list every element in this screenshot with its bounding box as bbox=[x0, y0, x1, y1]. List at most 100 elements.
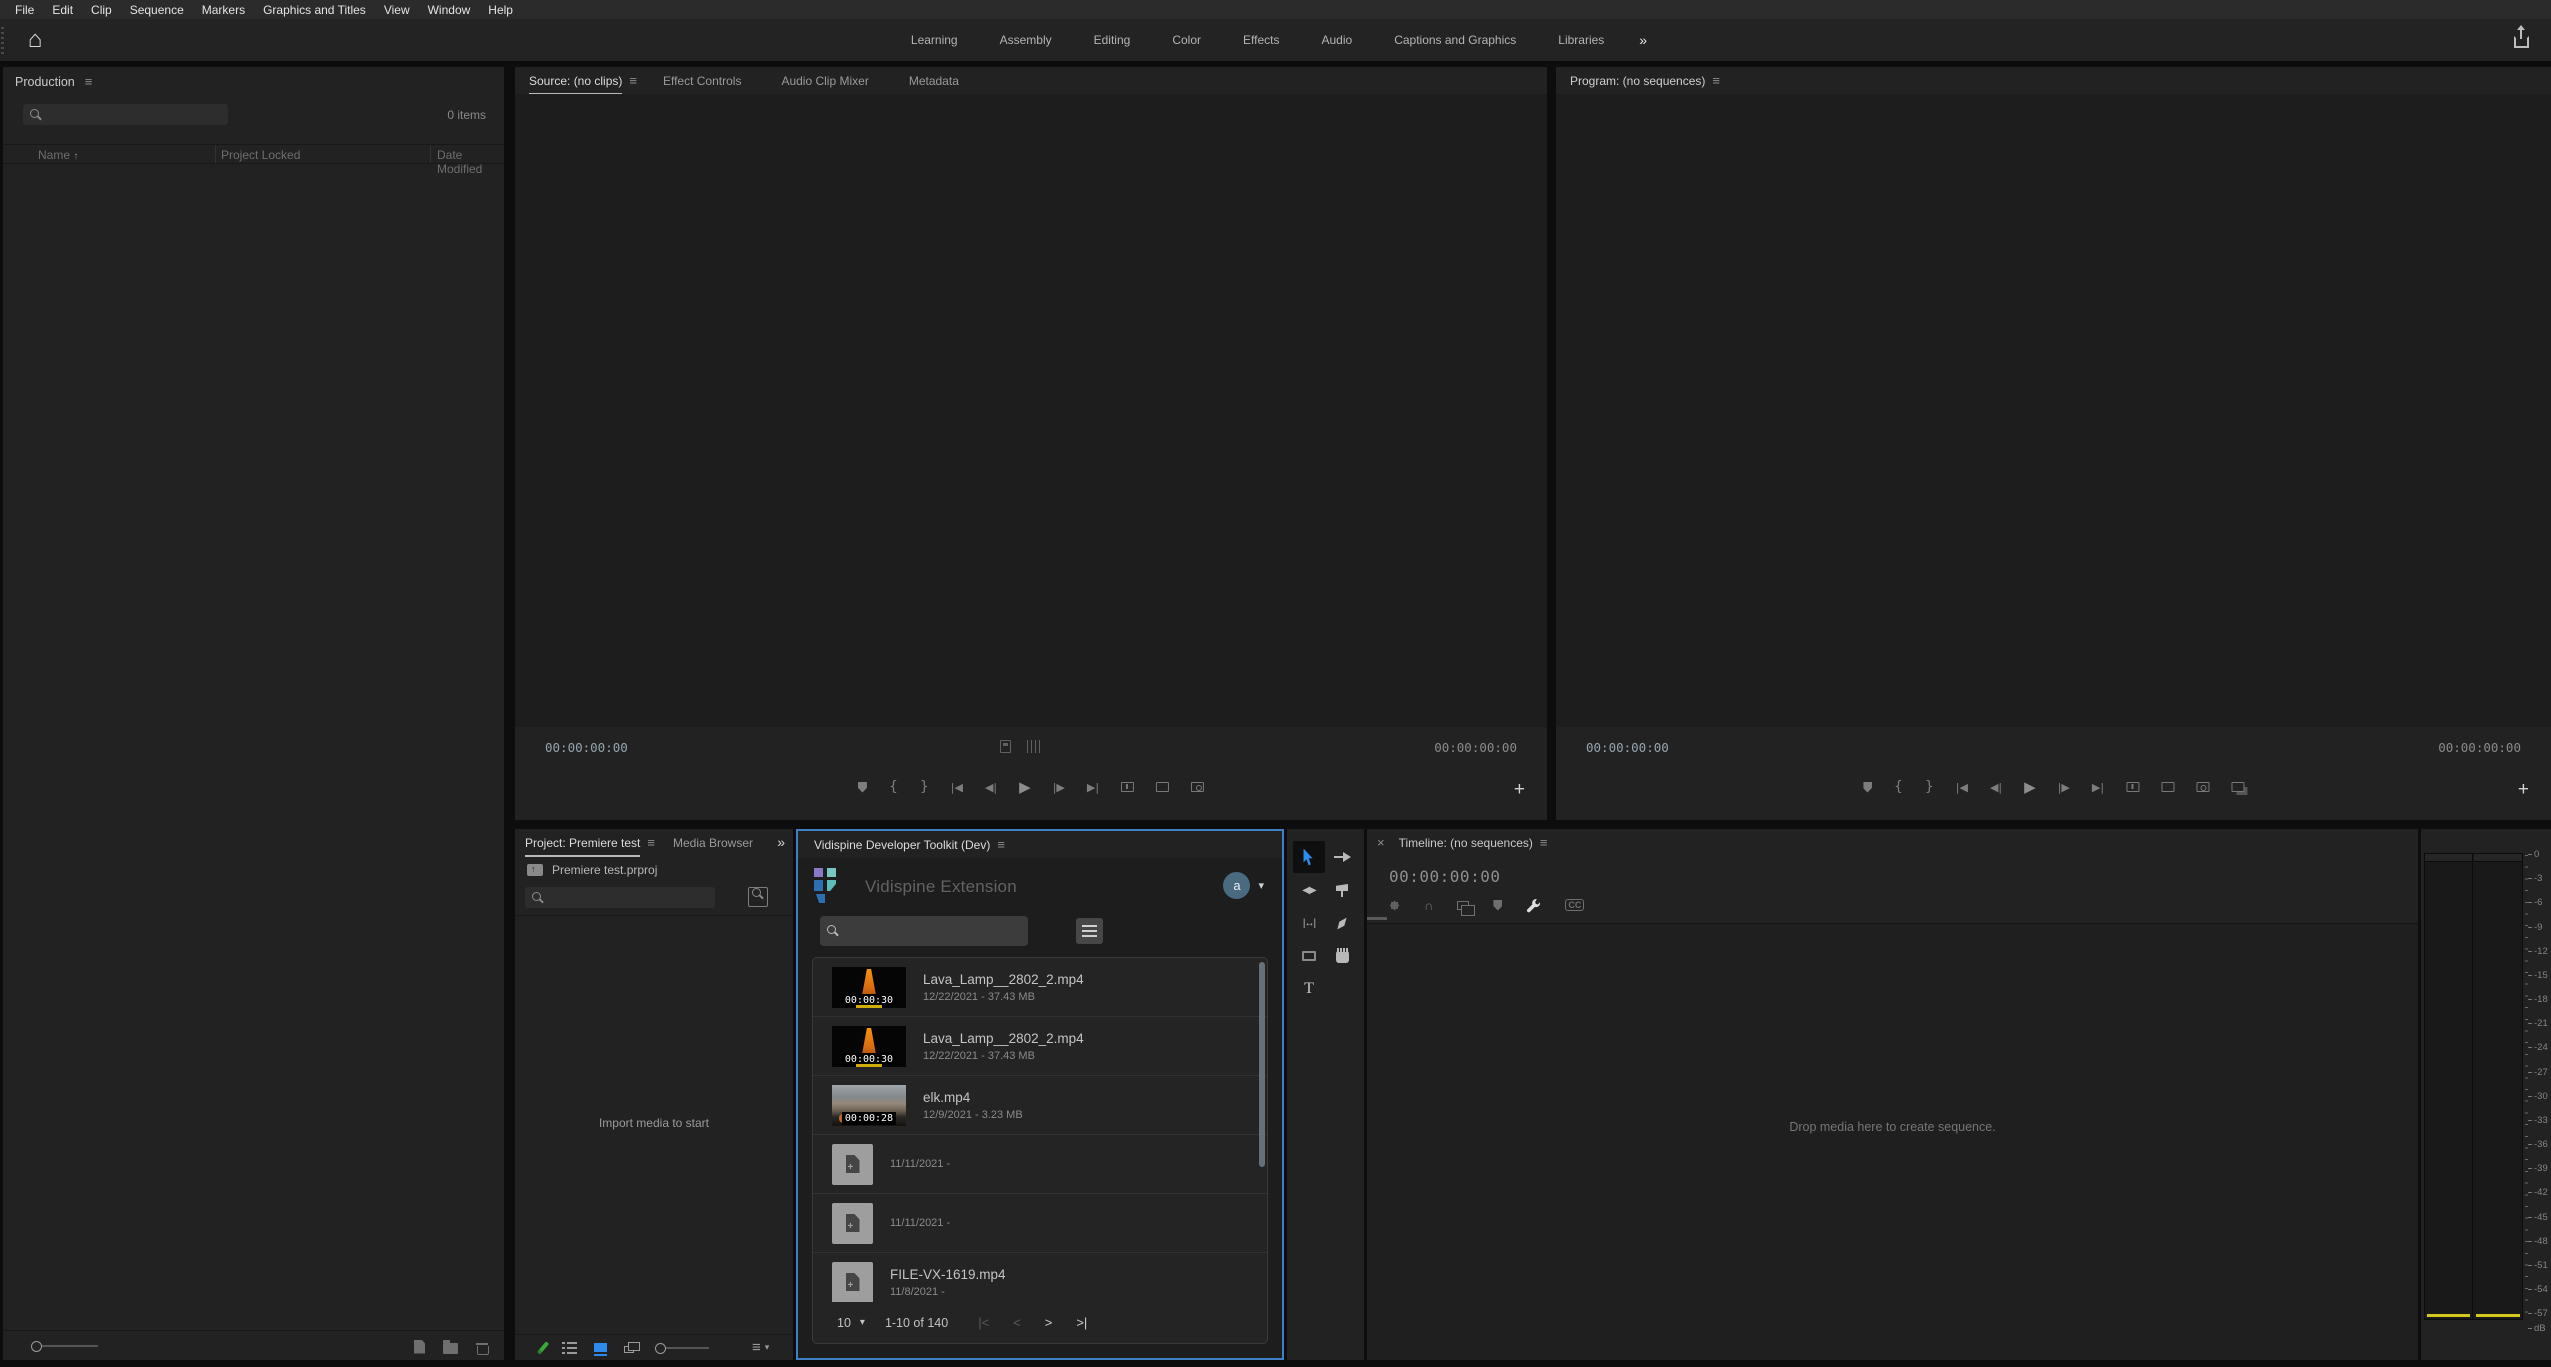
list-scrollbar[interactable] bbox=[1259, 962, 1265, 1167]
workspace-tab-captions-and-graphics[interactable]: Captions and Graphics bbox=[1373, 33, 1537, 47]
monitor-settings-icon[interactable] bbox=[1027, 740, 1040, 753]
menu-item-window[interactable]: Window bbox=[419, 3, 480, 17]
nest-sequences-icon[interactable] bbox=[1389, 900, 1400, 911]
add-marker-icon[interactable] bbox=[1493, 900, 1502, 911]
ripple-edit-tool[interactable]: ◀▶ bbox=[1293, 874, 1325, 906]
previous-page-icon[interactable]: < bbox=[1013, 1315, 1021, 1330]
lift-icon[interactable] bbox=[2126, 782, 2139, 792]
media-list-item[interactable]: 00:00:30 Lava_Lamp__2802_2.mp4 12/22/202… bbox=[813, 1017, 1267, 1076]
captions-icon[interactable]: CC bbox=[1565, 899, 1584, 911]
first-page-icon[interactable]: |< bbox=[978, 1315, 989, 1330]
avatar[interactable]: a bbox=[1223, 872, 1250, 899]
column-divider[interactable] bbox=[430, 145, 431, 163]
page-size-select[interactable]: 10 ▾ bbox=[837, 1316, 865, 1330]
project-breadcrumb[interactable]: Premiere test.prproj bbox=[527, 863, 657, 877]
overwrite-icon[interactable] bbox=[1156, 782, 1169, 792]
mark-out-icon[interactable]: } bbox=[920, 779, 929, 795]
column-header-date-modified[interactable]: Date Modified bbox=[437, 148, 504, 176]
add-marker-icon[interactable] bbox=[1863, 782, 1872, 793]
menu-item-markers[interactable]: Markers bbox=[193, 3, 254, 17]
column-divider[interactable] bbox=[215, 145, 216, 163]
play-icon[interactable]: ▶ bbox=[1019, 778, 1031, 796]
media-list-item[interactable]: 11/11/2021 - bbox=[813, 1135, 1267, 1194]
media-list-item[interactable]: 00:00:28 elk.mp4 12/9/2021 - 3.23 MB bbox=[813, 1076, 1267, 1135]
workspace-tab-libraries[interactable]: Libraries bbox=[1537, 33, 1625, 47]
menu-item-sequence[interactable]: Sequence bbox=[121, 3, 193, 17]
hand-tool[interactable] bbox=[1326, 940, 1358, 972]
workspace-tab-editing[interactable]: Editing bbox=[1073, 33, 1152, 47]
sort-icons-button[interactable]: ≡ ▾ bbox=[752, 1340, 769, 1355]
tab-media-browser[interactable]: Media Browser bbox=[667, 829, 759, 856]
list-view-button[interactable] bbox=[1076, 918, 1103, 944]
next-page-icon[interactable]: > bbox=[1045, 1315, 1053, 1330]
workspace-overflow-chevron-icon[interactable]: » bbox=[1625, 32, 1661, 48]
production-panel-menu-icon[interactable]: ≡ bbox=[85, 74, 93, 89]
project-bin-area[interactable]: Import media to start bbox=[515, 915, 793, 1334]
timeline-track-area[interactable]: Drop media here to create sequence. bbox=[1367, 923, 2418, 1360]
last-page-icon[interactable]: >| bbox=[1076, 1315, 1087, 1330]
delete-icon[interactable] bbox=[476, 1341, 488, 1354]
tab-metadata[interactable]: Metadata bbox=[903, 67, 965, 94]
menu-item-edit[interactable]: Edit bbox=[43, 3, 82, 17]
type-tool[interactable]: T bbox=[1293, 973, 1325, 1005]
rectangle-tool[interactable] bbox=[1293, 940, 1325, 972]
go-to-in-icon[interactable]: |◀ bbox=[1956, 781, 1968, 794]
program-current-timecode[interactable]: 00:00:00:00 bbox=[1586, 740, 1669, 755]
timeline-scrollbar[interactable] bbox=[1367, 917, 1387, 920]
program-panel-menu-icon[interactable]: ≡ bbox=[1712, 73, 1720, 88]
tab-audio-clip-mixer[interactable]: Audio Clip Mixer bbox=[775, 67, 874, 94]
workspace-tab-assembly[interactable]: Assembly bbox=[979, 33, 1073, 47]
vidispine-panel-menu-icon[interactable]: ≡ bbox=[997, 837, 1005, 852]
step-forward-icon[interactable]: |▶ bbox=[2058, 781, 2070, 794]
mark-in-icon[interactable]: { bbox=[889, 779, 898, 795]
account-menu[interactable]: a ▾ bbox=[1223, 872, 1264, 899]
grid-view-button[interactable] bbox=[1045, 922, 1065, 942]
timeline-panel-menu-icon[interactable]: ≡ bbox=[1540, 835, 1548, 850]
tab-project[interactable]: Project: Premiere test ≡ bbox=[519, 829, 661, 856]
tab-vidispine-toolkit[interactable]: Vidispine Developer Toolkit (Dev) ≡ bbox=[808, 831, 1011, 858]
export-frame-icon[interactable] bbox=[2196, 782, 2209, 792]
thumbnail-zoom-slider[interactable] bbox=[33, 1345, 98, 1347]
timeline-settings-wrench-icon[interactable] bbox=[1526, 898, 1541, 913]
audio-meter[interactable] bbox=[2424, 853, 2523, 1320]
list-view-icon[interactable] bbox=[562, 1342, 577, 1354]
selection-tool[interactable] bbox=[1293, 841, 1325, 873]
source-current-timecode[interactable]: 00:00:00:00 bbox=[545, 740, 628, 755]
tab-timeline[interactable]: Timeline: (no sequences) ≡ bbox=[1393, 829, 1554, 856]
timeline-timecode[interactable]: 00:00:00:00 bbox=[1389, 867, 1500, 886]
snap-magnet-icon[interactable]: ∩ bbox=[1424, 898, 1433, 913]
tab-source[interactable]: Source: (no clips) ≡ bbox=[523, 67, 643, 94]
button-editor-plus-icon[interactable]: + bbox=[1514, 780, 1525, 799]
pen-tool[interactable] bbox=[1326, 907, 1358, 939]
media-list-item[interactable]: FILE-VX-1619.mp4 11/8/2021 - bbox=[813, 1253, 1267, 1302]
comparison-view-icon[interactable] bbox=[2231, 782, 2244, 792]
go-to-out-icon[interactable]: ▶| bbox=[2092, 781, 2104, 794]
menu-item-clip[interactable]: Clip bbox=[82, 3, 121, 17]
chevron-down-icon[interactable]: ▾ bbox=[1258, 879, 1264, 892]
extract-icon[interactable] bbox=[2161, 782, 2174, 792]
slip-tool[interactable]: |↔| bbox=[1293, 907, 1325, 939]
mark-out-icon[interactable]: } bbox=[1925, 779, 1934, 795]
button-editor-plus-icon[interactable]: + bbox=[2518, 780, 2529, 799]
find-button[interactable] bbox=[748, 887, 768, 907]
select-zoom-level-icon[interactable] bbox=[1000, 740, 1011, 753]
play-icon[interactable]: ▶ bbox=[2024, 778, 2036, 796]
writable-indicator-icon[interactable] bbox=[537, 1341, 549, 1354]
project-search-input[interactable] bbox=[544, 891, 715, 905]
menu-item-graphics-and-titles[interactable]: Graphics and Titles bbox=[254, 3, 375, 17]
project-panel-menu-icon[interactable]: ≡ bbox=[647, 835, 655, 850]
media-list-item[interactable]: 11/11/2021 - bbox=[813, 1194, 1267, 1253]
workspace-tab-color[interactable]: Color bbox=[1151, 33, 1222, 47]
freeform-view-icon[interactable] bbox=[624, 1346, 634, 1353]
insert-icon[interactable] bbox=[1121, 782, 1134, 792]
menu-item-file[interactable]: File bbox=[6, 3, 43, 17]
workspace-tab-learning[interactable]: Learning bbox=[890, 33, 979, 47]
razor-tool[interactable] bbox=[1326, 874, 1358, 906]
new-bin-icon[interactable] bbox=[443, 1343, 458, 1354]
menu-item-view[interactable]: View bbox=[375, 3, 419, 17]
menu-item-help[interactable]: Help bbox=[479, 3, 522, 17]
workspace-tab-audio[interactable]: Audio bbox=[1300, 33, 1373, 47]
quick-export-button[interactable] bbox=[2511, 28, 2533, 50]
tab-effect-controls[interactable]: Effect Controls bbox=[657, 67, 747, 94]
step-back-icon[interactable]: ◀| bbox=[1990, 781, 2002, 794]
